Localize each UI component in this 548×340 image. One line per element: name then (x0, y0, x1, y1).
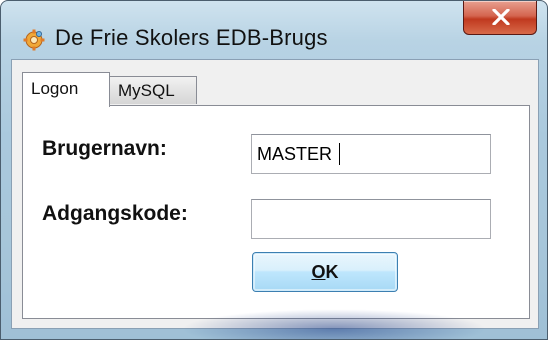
password-label: Adgangskode: (42, 202, 188, 225)
login-dialog-window: De Frie Skolers EDB-Brugs Logon MySQL Br… (0, 0, 548, 340)
tab-mysql[interactable]: MySQL (109, 76, 197, 104)
ok-button[interactable]: OK (252, 252, 398, 292)
app-gear-icon (23, 29, 45, 51)
ok-accelerator-char: O (311, 261, 326, 282)
window-title: De Frie Skolers EDB-Brugs (55, 25, 328, 50)
username-label: Brugernavn: (42, 137, 167, 160)
title-bar[interactable]: De Frie Skolers EDB-Brugs (1, 1, 547, 57)
close-icon (492, 9, 510, 25)
tab-strip: Logon MySQL (22, 72, 532, 107)
dialog-client-area: Logon MySQL Brugernavn: Adgangskode: OK (11, 59, 539, 329)
ok-label-rest: K (325, 261, 339, 282)
password-input[interactable] (251, 199, 491, 239)
logon-tab-panel: Brugernavn: Adgangskode: OK (22, 105, 530, 319)
text-caret (339, 143, 340, 165)
tab-logon[interactable]: Logon (22, 72, 110, 107)
username-input[interactable] (251, 134, 491, 174)
close-button[interactable] (463, 1, 537, 35)
